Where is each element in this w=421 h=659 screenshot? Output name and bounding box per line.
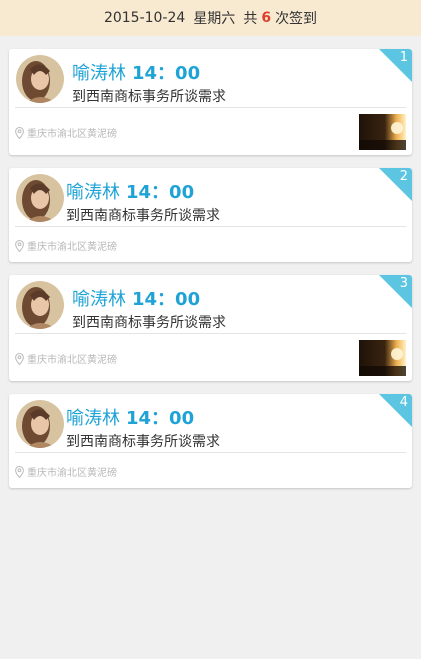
employee-name: 喻涛林 bbox=[66, 408, 120, 429]
employee-name-row: 喻涛林 14：00 bbox=[72, 285, 200, 311]
employee-name: 喻涛林 bbox=[66, 182, 120, 203]
location-text: 重庆市渝北区黄泥磅 bbox=[27, 355, 117, 366]
map-pin-icon bbox=[15, 465, 24, 478]
card-index: 4 bbox=[399, 395, 408, 410]
map-pin-icon bbox=[15, 239, 24, 252]
map-pin-icon bbox=[15, 352, 24, 365]
card-index-ribbon: 1 bbox=[379, 49, 412, 82]
header-date: 2015-10-24 bbox=[103, 10, 186, 26]
checkin-photo-thumbnail[interactable] bbox=[359, 114, 406, 150]
checkin-photo-thumbnail[interactable] bbox=[359, 340, 406, 376]
location-text: 重庆市渝北区黄泥磅 bbox=[27, 242, 117, 253]
checkin-location: 重庆市渝北区黄泥磅 bbox=[15, 351, 117, 366]
card-divider bbox=[15, 107, 406, 108]
card-index: 2 bbox=[399, 169, 408, 184]
checkin-time: 14：00 bbox=[126, 182, 195, 203]
header-count-suffix: 次签到 bbox=[275, 11, 318, 27]
checkin-time: 14：00 bbox=[132, 289, 201, 310]
employee-name-row: 喻涛林 14：00 bbox=[66, 178, 194, 204]
card-index-ribbon: 2 bbox=[379, 168, 412, 201]
employee-name: 喻涛林 bbox=[72, 63, 126, 84]
checkin-card[interactable]: 2 喻涛林 14：00 到西南商标事务所谈需求 重庆市渝北区黄泥磅 bbox=[9, 168, 412, 262]
avatar[interactable] bbox=[16, 55, 64, 103]
checkin-count: 6 bbox=[261, 10, 272, 26]
employee-name-row: 喻涛林 14：00 bbox=[66, 404, 194, 430]
checkin-location: 重庆市渝北区黄泥磅 bbox=[15, 238, 117, 253]
card-divider bbox=[15, 226, 406, 227]
avatar[interactable] bbox=[16, 400, 64, 448]
employee-name: 喻涛林 bbox=[72, 289, 126, 310]
header-count-prefix: 共 bbox=[243, 11, 258, 27]
card-index-ribbon: 4 bbox=[379, 394, 412, 427]
card-divider bbox=[15, 333, 406, 334]
checkin-card[interactable]: 4 喻涛林 14：00 到西南商标事务所谈需求 重庆市渝北区黄泥磅 bbox=[9, 394, 412, 488]
avatar[interactable] bbox=[16, 174, 64, 222]
checkin-card[interactable]: 1 喻涛林 14：00 到西南商标事务所谈需求 重庆市渝北区黄泥磅 bbox=[9, 49, 412, 155]
checkin-location: 重庆市渝北区黄泥磅 bbox=[15, 125, 117, 140]
employee-name-row: 喻涛林 14：00 bbox=[72, 59, 200, 85]
card-index: 3 bbox=[399, 276, 408, 291]
card-index: 1 bbox=[399, 50, 408, 65]
checkin-time: 14：00 bbox=[132, 63, 201, 84]
checkin-description: 到西南商标事务所谈需求 bbox=[66, 434, 220, 450]
checkin-description: 到西南商标事务所谈需求 bbox=[66, 208, 220, 224]
checkin-card[interactable]: 3 喻涛林 14：00 到西南商标事务所谈需求 重庆市渝北区黄泥磅 bbox=[9, 275, 412, 381]
map-pin-icon bbox=[15, 126, 24, 139]
avatar[interactable] bbox=[16, 281, 64, 329]
checkin-location: 重庆市渝北区黄泥磅 bbox=[15, 464, 117, 479]
checkin-description: 到西南商标事务所谈需求 bbox=[72, 315, 226, 331]
location-text: 重庆市渝北区黄泥磅 bbox=[27, 129, 117, 140]
header-weekday: 星期六 bbox=[193, 11, 236, 27]
card-index-ribbon: 3 bbox=[379, 275, 412, 308]
card-divider bbox=[15, 452, 406, 453]
checkin-summary-header: 2015-10-24 星期六 共 6 次签到 bbox=[0, 0, 421, 36]
checkin-time: 14：00 bbox=[126, 408, 195, 429]
location-text: 重庆市渝北区黄泥磅 bbox=[27, 468, 117, 479]
checkin-description: 到西南商标事务所谈需求 bbox=[72, 89, 226, 105]
